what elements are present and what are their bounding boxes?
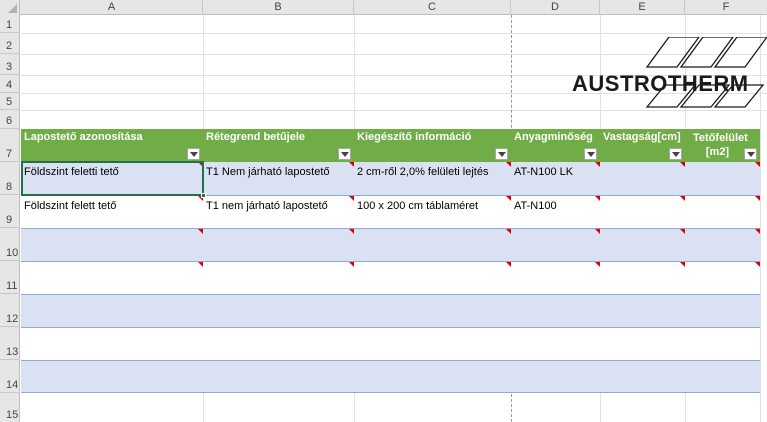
row-header-5[interactable]: 5 [0, 93, 20, 110]
comment-indicator-icon[interactable] [198, 262, 203, 267]
filter-dropdown-button[interactable] [584, 148, 597, 160]
comment-indicator-icon[interactable] [198, 229, 203, 234]
comment-indicator-icon[interactable] [755, 162, 760, 167]
comment-indicator-icon[interactable] [595, 196, 600, 201]
table-cell[interactable] [600, 196, 685, 204]
gridline [21, 33, 767, 34]
comment-indicator-icon[interactable] [755, 262, 760, 267]
header-label: Anyagminőség [514, 131, 593, 143]
row-header-bar: 1 2 3 4 5 6 7 8 9 10 11 12 13 14 15 [0, 15, 20, 422]
filter-dropdown-button[interactable] [669, 148, 682, 160]
table-cell[interactable]: 100 x 200 cm táblaméret [354, 196, 511, 216]
header-label: Rétegrend betűjele [206, 131, 306, 143]
table-cell[interactable] [600, 162, 685, 170]
chevron-down-icon [190, 152, 198, 157]
table-cell[interactable]: AT-N100 LK [511, 162, 600, 182]
active-cell-selection [21, 161, 206, 198]
filter-dropdown-button[interactable] [187, 148, 200, 160]
column-header-a[interactable]: A [21, 0, 203, 15]
header-cell-c: Kiegészítő információ [354, 129, 511, 162]
comment-indicator-icon[interactable] [349, 162, 354, 167]
comment-indicator-icon[interactable] [506, 162, 511, 167]
header-cell-b: Rétegrend betűjele [203, 129, 354, 162]
table-cell[interactable]: Földszint felett tető [21, 196, 203, 216]
table-row[interactable] [21, 228, 760, 261]
spreadsheet: A B C D E F 1 2 3 4 5 6 7 8 9 10 11 12 1… [0, 0, 767, 422]
comment-indicator-icon[interactable] [680, 229, 685, 234]
table-cell[interactable] [685, 162, 760, 170]
comment-indicator-icon[interactable] [506, 229, 511, 234]
austrotherm-logo: AUSTROTHERM [569, 36, 767, 112]
comment-indicator-icon[interactable] [680, 196, 685, 201]
header-cell-f: Tetőfelület [m2] [685, 129, 760, 162]
column-header-b[interactable]: B [203, 0, 354, 15]
header-cell-e: Vastagság[cm] [600, 129, 685, 162]
filter-dropdown-button[interactable] [744, 148, 757, 160]
row-header-9[interactable]: 9 [0, 195, 20, 228]
row-header-3[interactable]: 3 [0, 54, 20, 75]
row-header-10[interactable]: 10 [0, 228, 20, 261]
comment-indicator-icon[interactable] [595, 262, 600, 267]
chevron-down-icon [498, 152, 506, 157]
filter-dropdown-button[interactable] [338, 148, 351, 160]
comment-indicator-icon[interactable] [506, 196, 511, 201]
row-header-13[interactable]: 13 [0, 327, 20, 360]
select-all-icon [8, 4, 17, 13]
chevron-down-icon [587, 152, 595, 157]
table-row[interactable] [21, 261, 760, 294]
row-header-2[interactable]: 2 [0, 33, 20, 54]
header-label: Vastagság[cm] [603, 131, 681, 143]
column-header-d[interactable]: D [511, 0, 600, 15]
table-row[interactable] [21, 327, 760, 360]
select-all-corner[interactable] [0, 0, 20, 15]
header-cell-d: Anyagminőség [511, 129, 600, 162]
chevron-down-icon [341, 152, 349, 157]
chevron-down-icon [672, 152, 680, 157]
column-header-e[interactable]: E [600, 0, 685, 15]
row-header-7[interactable]: 7 [0, 129, 20, 162]
fill-handle[interactable] [201, 193, 206, 198]
header-label: Lapostető azonosítása [24, 131, 143, 143]
table-row: Földszint felett tető T1 nem járható lap… [21, 195, 760, 228]
table-cell[interactable]: T1 Nem járható lapostető [203, 162, 354, 182]
chevron-down-icon [747, 152, 755, 157]
comment-indicator-icon[interactable] [595, 229, 600, 234]
row-header-12[interactable]: 12 [0, 294, 20, 327]
table-cell[interactable] [685, 196, 760, 204]
column-header-bar: A B C D E F [0, 0, 767, 15]
comment-indicator-icon[interactable] [680, 162, 685, 167]
comment-indicator-icon[interactable] [349, 196, 354, 201]
row-header-15[interactable]: 15 [0, 393, 20, 422]
column-header-c[interactable]: C [354, 0, 511, 15]
row-header-14[interactable]: 14 [0, 360, 20, 393]
comment-indicator-icon[interactable] [506, 262, 511, 267]
header-label: Kiegészítő információ [357, 131, 472, 143]
column-header-f[interactable]: F [685, 0, 767, 15]
comment-indicator-icon[interactable] [349, 229, 354, 234]
comment-indicator-icon[interactable] [595, 162, 600, 167]
table-cell[interactable]: 2 cm-ről 2,0% felületi lejtés [354, 162, 511, 182]
table-header-row: Lapostető azonosítása Rétegrend betűjele… [21, 129, 760, 162]
row-header-6[interactable]: 6 [0, 110, 20, 129]
row-header-1[interactable]: 1 [0, 15, 20, 33]
comment-indicator-icon[interactable] [680, 262, 685, 267]
row-header-8[interactable]: 8 [0, 162, 20, 195]
table-cell[interactable]: T1 nem járható lapostető [203, 196, 354, 216]
header-cell-a: Lapostető azonosítása [21, 129, 203, 162]
cell-grid[interactable]: AUSTROTHERM Lapostető azonosítása Rétegr… [21, 15, 767, 422]
filter-dropdown-button[interactable] [495, 148, 508, 160]
row-header-11[interactable]: 11 [0, 261, 20, 294]
table-row[interactable] [21, 294, 760, 327]
header-label: Tetőfelület [m2] [693, 132, 748, 158]
table-cell[interactable]: AT-N100 [511, 196, 600, 216]
row-header-4[interactable]: 4 [0, 75, 20, 93]
table-row[interactable] [21, 360, 760, 393]
comment-indicator-icon[interactable] [349, 262, 354, 267]
comment-indicator-icon[interactable] [755, 196, 760, 201]
comment-indicator-icon[interactable] [755, 229, 760, 234]
logo-text: AUSTROTHERM [572, 71, 749, 96]
